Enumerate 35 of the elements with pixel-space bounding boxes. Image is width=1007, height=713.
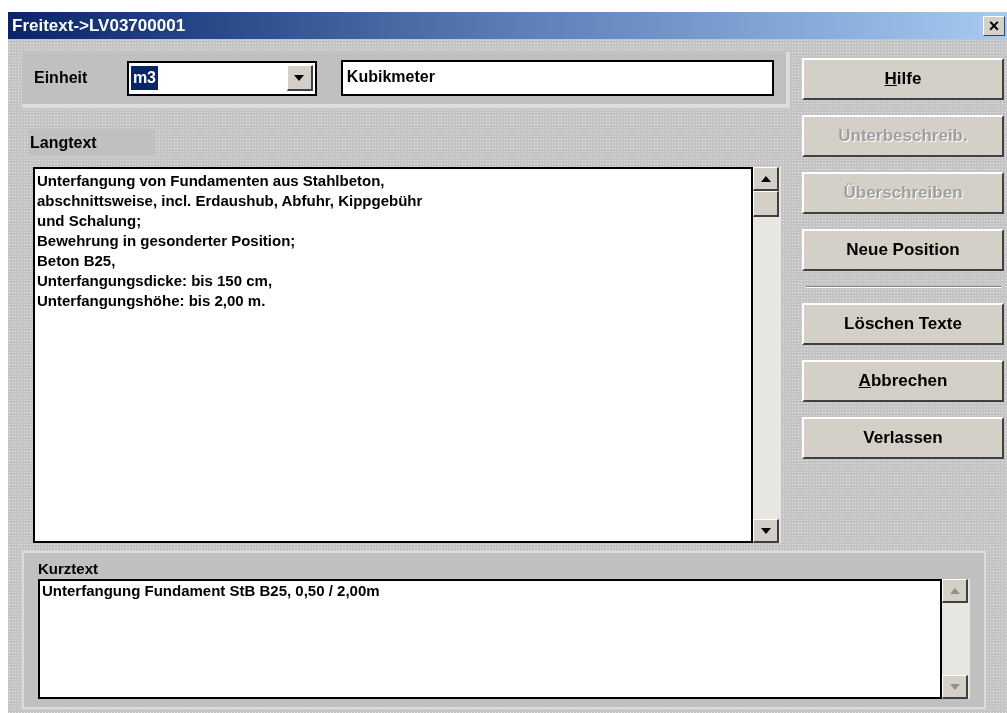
scroll-up-button[interactable] <box>942 579 969 603</box>
kurztext-area[interactable]: Unterfangung Fundament StB B25, 0,50 / 2,00m <box>38 579 943 699</box>
dialog-button[interactable]: Neue Position <box>802 229 1004 271</box>
scroll-down-button[interactable] <box>942 675 969 699</box>
langtext-line: Unterfangung von Fundamenten aus Stahlbeton, <box>37 171 386 191</box>
down-arrow-icon <box>294 74 305 81</box>
window-title: Freitext->LV03700001 <box>11 14 186 37</box>
dialog-button[interactable]: Abbrechen <box>802 360 1004 402</box>
unit-dropdown[interactable]: m3 <box>126 60 317 96</box>
langtext-line: Unterfangungshöhe: bis 2,00 m. <box>37 291 267 311</box>
dialog-button[interactable]: Verlassen <box>802 417 1004 459</box>
scrollbar[interactable] <box>942 579 970 699</box>
scroll-up-button[interactable] <box>753 167 779 191</box>
down-arrow-icon <box>949 683 960 690</box>
langtext-line: Beton B25, <box>37 251 117 271</box>
unit-label: Einheit <box>34 68 89 88</box>
langtext-line: abschnittsweise, incl. Erdaushub, Abfuhr, Kippgebühr <box>37 191 424 211</box>
scrollbar[interactable] <box>753 167 781 543</box>
unit-value: m3 <box>130 66 158 90</box>
dialog-button[interactable]: Hilfe <box>802 58 1004 100</box>
scroll-thumb[interactable] <box>753 191 779 217</box>
scroll-down-button[interactable] <box>753 519 779 543</box>
langtext-label: Langtext <box>28 130 155 155</box>
close-button[interactable]: × <box>983 15 1005 36</box>
kurztext-label: Kurztext <box>38 559 99 579</box>
langtext-line: Unterfangungsdicke: bis 150 cm, <box>37 271 274 291</box>
down-arrow-icon <box>760 527 771 534</box>
langtext-line: Bewehrung in gesonderter Position; <box>37 231 297 251</box>
dropdown-button[interactable] <box>286 65 313 91</box>
up-arrow-icon <box>760 175 771 182</box>
dialog-button[interactable]: Löschen Texte <box>802 303 1004 345</box>
up-arrow-icon <box>949 587 960 594</box>
langtext-line: und Schalung; <box>37 211 143 231</box>
langtext-area[interactable] <box>33 167 753 543</box>
unit-description-field[interactable]: Kubikmeter <box>340 60 774 96</box>
